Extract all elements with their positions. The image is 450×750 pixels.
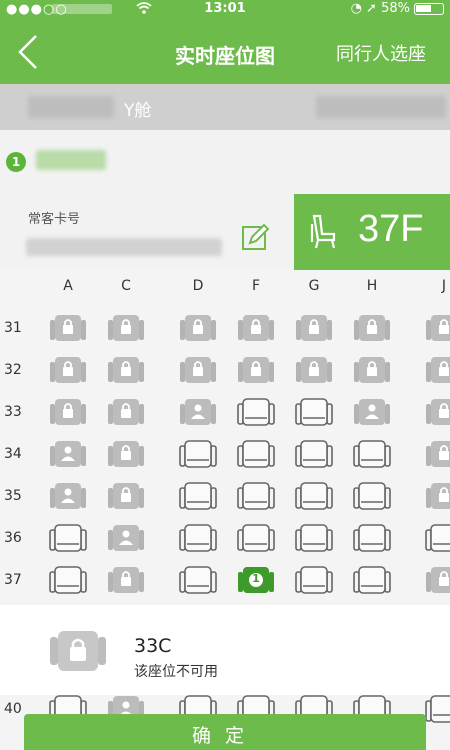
passenger-panel: 1 常客卡号 37F — [0, 130, 450, 270]
seat-36h-available[interactable] — [352, 522, 392, 554]
seat-34a-occupied[interactable] — [48, 438, 88, 470]
ffp-label: 常客卡号 — [28, 212, 81, 227]
seat-33g-available[interactable] — [294, 396, 334, 428]
row-number-31: 31 — [4, 320, 22, 336]
popup-message: 该座位不可用 — [134, 664, 218, 680]
seat-32a-locked[interactable] — [48, 354, 88, 386]
seat-37c-locked[interactable] — [106, 564, 146, 596]
passenger-index-badge: 1 — [6, 152, 26, 172]
seat-icon — [310, 214, 336, 249]
edit-ffp-button[interactable] — [240, 222, 270, 252]
seat-33d-occupied[interactable] — [178, 396, 218, 428]
companion-seat-link[interactable]: 同行人选座 — [336, 40, 426, 66]
column-header-h: H — [366, 278, 378, 294]
selected-seat-number: 37F — [358, 208, 424, 250]
battery-icon — [414, 3, 444, 15]
seat-31j-locked[interactable] — [424, 312, 450, 344]
column-header-g: G — [308, 278, 320, 294]
seat-35h-available[interactable] — [352, 480, 392, 512]
seat-33f-available[interactable] — [236, 396, 276, 428]
selected-seat-panel: 37F — [294, 194, 450, 270]
seat-31c-locked[interactable] — [106, 312, 146, 344]
seat-34f-available[interactable] — [236, 438, 276, 470]
selected-passenger-marker: 1 — [252, 572, 260, 585]
seat-35d-available[interactable] — [178, 480, 218, 512]
column-header-d: D — [192, 278, 204, 294]
seat-31d-locked[interactable] — [178, 312, 218, 344]
seat-34h-available[interactable] — [352, 438, 392, 470]
status-bar: ●●●○○ 13:01 ◔ ➚ 58% — [0, 0, 450, 18]
seat-37j-locked[interactable] — [424, 564, 450, 596]
ffp-value-redacted — [26, 238, 222, 256]
seat-32c-locked[interactable] — [106, 354, 146, 386]
seat-35f-available[interactable] — [236, 480, 276, 512]
seat-35g-available[interactable] — [294, 480, 334, 512]
nav-bar: 实时座位图 同行人选座 — [0, 18, 450, 84]
seat-33h-occupied[interactable] — [352, 396, 392, 428]
seat-32h-locked[interactable] — [352, 354, 392, 386]
seat-37h-available[interactable] — [352, 564, 392, 596]
column-header-j: J — [441, 278, 447, 294]
seat-36c-occupied[interactable] — [106, 522, 146, 554]
seat-36f-available[interactable] — [236, 522, 276, 554]
seat-37a-available[interactable] — [48, 564, 88, 596]
seat-35j-locked[interactable] — [424, 480, 450, 512]
seat-34d-available[interactable] — [178, 438, 218, 470]
seat-36j-available[interactable] — [424, 522, 450, 554]
seat-32g-locked[interactable] — [294, 354, 334, 386]
seat-37f-selected[interactable]: 1 — [236, 564, 276, 596]
seat-32f-locked[interactable] — [236, 354, 276, 386]
seat-31f-locked[interactable] — [236, 312, 276, 344]
edit-icon — [242, 223, 270, 250]
row-number-34: 34 — [4, 446, 22, 462]
column-header-f: F — [251, 278, 261, 294]
popup-seat-number: 33C — [134, 635, 172, 657]
seat-35c-locked[interactable] — [106, 480, 146, 512]
row-number-32: 32 — [4, 362, 22, 378]
seat-selection-screen: ●●●○○ 13:01 ◔ ➚ 58% 实时座位图 同行人选座 Y舱 1 常客卡… — [0, 0, 450, 750]
seat-map: A C D F G H J 31 32 33 34 35 36 37 1 — [0, 270, 450, 615]
seat-33a-locked[interactable] — [48, 396, 88, 428]
seat-33j-locked[interactable] — [424, 396, 450, 428]
seat-34c-locked[interactable] — [106, 438, 146, 470]
flight-detail-redacted — [316, 96, 446, 118]
confirm-button[interactable]: 确定 — [24, 714, 426, 750]
status-right: ◔ ➚ 58% — [351, 1, 410, 16]
flight-info-redacted — [28, 96, 114, 118]
cabin-class: Y舱 — [124, 101, 152, 121]
seat-31h-locked[interactable] — [352, 312, 392, 344]
seat-32j-locked[interactable] — [424, 354, 450, 386]
seat-35a-occupied[interactable] — [48, 480, 88, 512]
seat-31g-locked[interactable] — [294, 312, 334, 344]
row-number-36: 36 — [4, 530, 22, 546]
seat-36d-available[interactable] — [178, 522, 218, 554]
seat-37g-available[interactable] — [294, 564, 334, 596]
column-header-c: C — [121, 278, 131, 294]
row-number-35: 35 — [4, 488, 22, 504]
location-icon: ➚ — [366, 1, 377, 16]
row-number-37: 37 — [4, 572, 22, 588]
seat-info-popup: 33C 该座位不可用 — [0, 605, 450, 695]
battery-percent: 58% — [381, 1, 410, 16]
cabin-bar: Y舱 — [0, 84, 450, 130]
seat-37d-available[interactable] — [178, 564, 218, 596]
passenger-name-redacted — [36, 150, 106, 170]
alarm-icon: ◔ — [350, 1, 362, 16]
seat-34j-locked[interactable] — [424, 438, 450, 470]
row-number-33: 33 — [4, 404, 22, 420]
seat-31a-locked[interactable] — [48, 312, 88, 344]
seat-36g-available[interactable] — [294, 522, 334, 554]
seat-32d-locked[interactable] — [178, 354, 218, 386]
seat-36a-available[interactable] — [48, 522, 88, 554]
seat-33c-locked[interactable] — [106, 396, 146, 428]
seat-34g-available[interactable] — [294, 438, 334, 470]
column-header-a: A — [63, 278, 73, 294]
seat-partial-j[interactable] — [424, 695, 450, 725]
locked-seat-icon — [50, 631, 106, 671]
